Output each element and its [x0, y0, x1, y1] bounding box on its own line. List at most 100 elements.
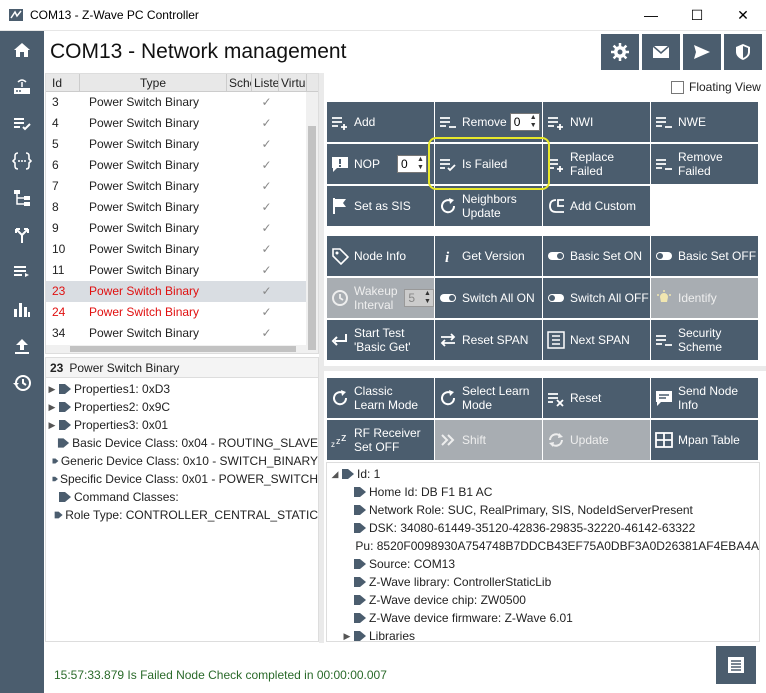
table-row[interactable]: 34 Power Switch Binary ✓ — [46, 323, 318, 344]
start-test-button[interactable]: Start Test 'Basic Get' — [327, 320, 434, 360]
reset-span-button[interactable]: Reset SPAN — [435, 320, 542, 360]
tree-node[interactable]: Generic Device Class: 0x10 - SWITCH_BINA… — [46, 452, 318, 470]
settings-button[interactable] — [601, 34, 639, 70]
table-row[interactable]: 8 Power Switch Binary ✓ — [46, 197, 318, 218]
classic-learn-mode-button[interactable]: Classic Learn Mode — [327, 378, 434, 418]
flag-icon — [333, 198, 346, 214]
column-header-schemes[interactable]: Sche — [227, 74, 252, 91]
minimize-button[interactable]: — — [628, 0, 674, 31]
grid-horizontal-scrollbar[interactable] — [46, 345, 308, 353]
expand-arrow-icon[interactable]: ▶ — [46, 380, 58, 398]
expand-arrow-icon[interactable]: ▶ — [341, 627, 353, 641]
tree-node[interactable]: Command Classes: — [46, 488, 318, 506]
tree-node[interactable]: ▶ Properties2: 0x9C — [46, 398, 318, 416]
tree-node[interactable]: Z-Wave library: ControllerStaticLib — [327, 573, 759, 591]
nop-button[interactable]: NOP 0 ▲ ▼ — [327, 144, 434, 184]
sidebar-item-firmware-update[interactable] — [0, 327, 44, 364]
sidebar-item-home[interactable] — [0, 31, 44, 68]
tree-node[interactable]: Z-Wave device chip: ZW0500 — [327, 591, 759, 609]
mail-button[interactable] — [642, 34, 680, 70]
replace-failed-button[interactable]: Replace Failed — [543, 144, 650, 184]
tree-node[interactable]: Source: COM13 — [327, 555, 759, 573]
add-button[interactable]: Add — [327, 102, 434, 142]
cell-listening: ✓ — [261, 221, 272, 235]
table-row[interactable]: 10 Power Switch Binary ✓ — [46, 239, 318, 260]
nwi-button[interactable]: NWI — [543, 102, 650, 142]
security-button[interactable] — [724, 34, 762, 70]
sidebar-item-routing[interactable] — [0, 216, 44, 253]
is-failed-button[interactable]: Is Failed — [435, 144, 542, 184]
sidebar-item-history[interactable] — [0, 364, 44, 401]
tree-node-label: Z-Wave device chip: ZW0500 — [369, 593, 526, 607]
table-row[interactable]: 4 Power Switch Binary ✓ — [46, 113, 318, 134]
mpan-table-button[interactable]: Mpan Table — [651, 420, 758, 460]
column-header-id[interactable]: Id — [46, 74, 80, 91]
tree-node-label: Specific Device Class: 0x01 - POWER_SWIT… — [59, 472, 318, 486]
table-row[interactable]: 7 Power Switch Binary ✓ — [46, 176, 318, 197]
column-header-listening[interactable]: Liste — [252, 74, 279, 91]
floating-view-checkbox[interactable] — [671, 80, 684, 94]
reset-button[interactable]: Reset — [543, 378, 650, 418]
rf-receiver-button[interactable]: zzz RF Receiver Set OFF — [327, 420, 434, 460]
basic-set-off-button[interactable]: Basic Set OFF — [651, 236, 758, 276]
table-row[interactable]: 24 Power Switch Binary ✓ — [46, 302, 318, 323]
send-node-info-button[interactable]: Send Node Info — [651, 378, 758, 418]
security-scheme-button[interactable]: Security Scheme — [651, 320, 758, 360]
sidebar-item-network[interactable] — [0, 68, 44, 105]
table-row[interactable]: 9 Power Switch Binary ✓ — [46, 218, 318, 239]
remove-failed-button[interactable]: Remove Failed — [651, 144, 758, 184]
remove-count-stepper[interactable]: 0 ▲ ▼ — [509, 113, 540, 131]
tree-node[interactable]: DSK: 34080-61449-35120-42836-29835-32220… — [327, 519, 759, 537]
log-button[interactable] — [716, 646, 756, 684]
node-info-button[interactable]: Node Info — [327, 236, 434, 276]
arrow-return-icon — [331, 334, 347, 346]
tree-node[interactable]: Pu: 8520F0098930A754748B7DDCB43EF75A0DBF… — [327, 537, 759, 555]
grid-vertical-scrollbar[interactable] — [306, 92, 318, 353]
sidebar-item-topology[interactable] — [0, 179, 44, 216]
tree-node[interactable]: ▶ Properties3: 0x01 — [46, 416, 318, 434]
tree-node[interactable]: Z-Wave device firmware: Z-Wave 6.01 — [327, 609, 759, 627]
nwe-button[interactable]: NWE — [651, 102, 758, 142]
add-custom-button[interactable]: Add Custom — [543, 186, 650, 226]
sidebar-item-log[interactable] — [0, 253, 44, 290]
remove-button[interactable]: Remove 0 ▲ ▼ — [435, 102, 542, 142]
switch-all-on-button[interactable]: Switch All ON — [435, 278, 542, 318]
close-button[interactable]: ✕ — [720, 0, 766, 31]
collapse-arrow-icon[interactable]: ◢ — [329, 465, 341, 483]
neighbors-update-button[interactable]: Neighbors Update — [435, 186, 542, 226]
tree-node[interactable]: Basic Device Class: 0x04 - ROUTING_SLAVE — [46, 434, 318, 452]
get-version-button[interactable]: i Get Version — [435, 236, 542, 276]
sidebar-item-commands[interactable] — [0, 105, 44, 142]
tree-node-libraries[interactable]: ▶ Libraries — [327, 627, 759, 641]
table-row[interactable]: 6 Power Switch Binary ✓ — [46, 155, 318, 176]
nop-count-stepper[interactable]: 0 ▲ ▼ — [397, 155, 428, 173]
send-button[interactable] — [683, 34, 721, 70]
column-header-type[interactable]: Type — [80, 74, 227, 91]
table-row[interactable]: 5 Power Switch Binary ✓ — [46, 134, 318, 155]
cell-listening: ✓ — [261, 326, 272, 340]
tree-node[interactable]: Specific Device Class: 0x01 - POWER_SWIT… — [46, 470, 318, 488]
column-header-virtual[interactable]: Virtu — [279, 74, 307, 91]
sidebar-item-command-classes[interactable] — [0, 142, 44, 179]
horizontal-splitter[interactable] — [324, 366, 766, 371]
tree-node-label: Basic Device Class: 0x04 - ROUTING_SLAVE — [72, 436, 318, 450]
next-span-button[interactable]: Next SPAN — [543, 320, 650, 360]
table-row[interactable]: 11 Power Switch Binary ✓ — [46, 260, 318, 281]
tree-node[interactable]: ▶ Properties1: 0xD3 — [46, 380, 318, 398]
sidebar-item-statistics[interactable] — [0, 290, 44, 327]
select-learn-mode-button[interactable]: Select Learn Mode — [435, 378, 542, 418]
switch-all-off-button[interactable]: Switch All OFF — [543, 278, 650, 318]
table-row[interactable]: 3 Power Switch Binary ✓ — [46, 92, 318, 113]
expand-arrow-icon[interactable]: ▶ — [46, 398, 58, 416]
tree-node[interactable]: Home Id: DB F1 B1 AC — [327, 483, 759, 501]
floating-view-toggle[interactable]: Floating View — [671, 80, 761, 94]
basic-set-on-button[interactable]: Basic Set ON — [543, 236, 650, 276]
tree-node[interactable]: Network Role: SUC, RealPrimary, SIS, Nod… — [327, 501, 759, 519]
expand-arrow-icon[interactable]: ▶ — [46, 416, 58, 434]
table-row[interactable]: 23 Power Switch Binary ✓ — [46, 281, 318, 302]
tree-node[interactable]: Role Type: CONTROLLER_CENTRAL_STATIC — [46, 506, 318, 524]
maximize-button[interactable]: ☐ — [674, 0, 720, 31]
tree-root-node[interactable]: ◢ Id: 1 — [327, 465, 759, 483]
set-as-sis-button[interactable]: Set as SIS — [327, 186, 434, 226]
vertical-splitter[interactable] — [319, 73, 324, 643]
